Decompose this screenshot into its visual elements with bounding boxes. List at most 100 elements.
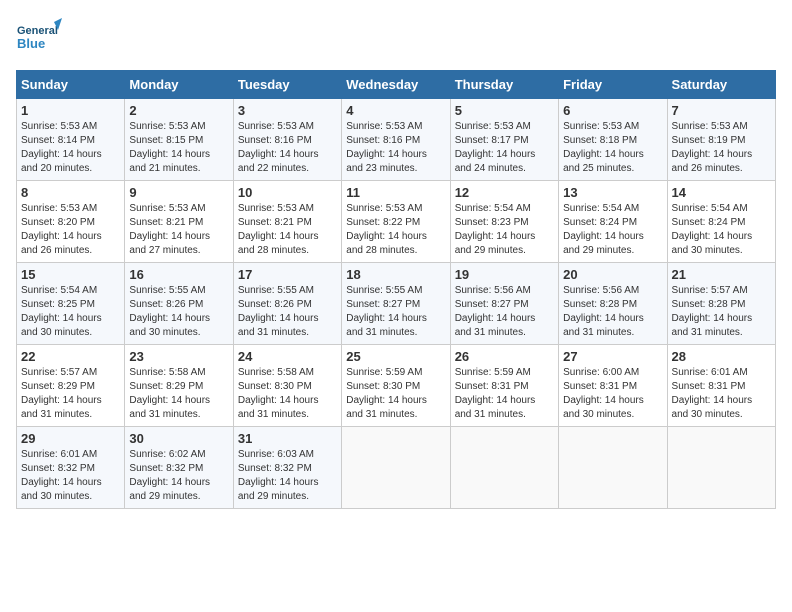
day-info: Sunrise: 5:54 AM Sunset: 8:23 PM Dayligh… xyxy=(455,202,554,258)
calendar-week-row: 8 Sunrise: 5:53 AM Sunset: 8:20 PM Daylig… xyxy=(17,181,776,263)
calendar-cell: 6 Sunrise: 5:53 AM Sunset: 8:18 PM Daylig… xyxy=(559,99,667,181)
day-info: Sunrise: 6:00 AM Sunset: 8:31 PM Dayligh… xyxy=(563,366,662,422)
calendar-cell: 12 Sunrise: 5:54 AM Sunset: 8:23 PM Dayli… xyxy=(450,181,558,263)
calendar-week-row: 22 Sunrise: 5:57 AM Sunset: 8:29 PM Dayli… xyxy=(17,345,776,427)
calendar-cell xyxy=(559,427,667,509)
day-info: Sunrise: 5:55 AM Sunset: 8:26 PM Dayligh… xyxy=(129,284,228,340)
calendar-cell xyxy=(342,427,450,509)
weekday-header: Tuesday xyxy=(233,71,341,99)
day-info: Sunrise: 5:53 AM Sunset: 8:15 PM Dayligh… xyxy=(129,120,228,176)
calendar-cell: 8 Sunrise: 5:53 AM Sunset: 8:20 PM Daylig… xyxy=(17,181,125,263)
day-info: Sunrise: 5:58 AM Sunset: 8:30 PM Dayligh… xyxy=(238,366,337,422)
calendar-cell: 25Sunrise: 5:59 AM Sunset: 8:30 PM Dayli… xyxy=(342,345,450,427)
day-number: 30 xyxy=(129,431,228,446)
day-info: Sunrise: 5:53 AM Sunset: 8:20 PM Dayligh… xyxy=(21,202,120,258)
day-number: 25 xyxy=(346,349,445,364)
calendar-cell: 13 Sunrise: 5:54 AM Sunset: 8:24 PM Dayli… xyxy=(559,181,667,263)
calendar-cell: 11 Sunrise: 5:53 AM Sunset: 8:22 PM Dayli… xyxy=(342,181,450,263)
calendar-cell: 24 Sunrise: 5:58 AM Sunset: 8:30 PM Dayli… xyxy=(233,345,341,427)
day-number: 24 xyxy=(238,349,337,364)
calendar-cell: 14Sunrise: 5:54 AM Sunset: 8:24 PM Dayli… xyxy=(667,181,775,263)
calendar-cell: 4Sunrise: 5:53 AM Sunset: 8:16 PM Daylig… xyxy=(342,99,450,181)
day-info: Sunrise: 5:54 AM Sunset: 8:24 PM Dayligh… xyxy=(563,202,662,258)
day-info: Sunrise: 5:59 AM Sunset: 8:31 PM Dayligh… xyxy=(455,366,554,422)
day-number: 31 xyxy=(238,431,337,446)
day-number: 12 xyxy=(455,185,554,200)
svg-text:Blue: Blue xyxy=(17,36,45,51)
day-info: Sunrise: 5:53 AM Sunset: 8:16 PM Dayligh… xyxy=(346,120,445,176)
day-info: Sunrise: 5:53 AM Sunset: 8:17 PM Dayligh… xyxy=(455,120,554,176)
day-info: Sunrise: 5:53 AM Sunset: 8:22 PM Dayligh… xyxy=(346,202,445,258)
day-number: 10 xyxy=(238,185,337,200)
calendar-cell: 28 Sunrise: 6:01 AM Sunset: 8:31 PM Dayli… xyxy=(667,345,775,427)
calendar-cell: 22 Sunrise: 5:57 AM Sunset: 8:29 PM Dayli… xyxy=(17,345,125,427)
day-info: Sunrise: 5:53 AM Sunset: 8:21 PM Dayligh… xyxy=(129,202,228,258)
calendar-cell: 15 Sunrise: 5:54 AM Sunset: 8:25 PM Dayli… xyxy=(17,263,125,345)
day-number: 13 xyxy=(563,185,662,200)
day-info: Sunrise: 5:56 AM Sunset: 8:27 PM Dayligh… xyxy=(455,284,554,340)
calendar-cell: 27 Sunrise: 6:00 AM Sunset: 8:31 PM Dayli… xyxy=(559,345,667,427)
calendar-cell: 18Sunrise: 5:55 AM Sunset: 8:27 PM Dayli… xyxy=(342,263,450,345)
calendar-cell: 9 Sunrise: 5:53 AM Sunset: 8:21 PM Daylig… xyxy=(125,181,233,263)
weekday-header: Saturday xyxy=(667,71,775,99)
calendar-cell: 5 Sunrise: 5:53 AM Sunset: 8:17 PM Daylig… xyxy=(450,99,558,181)
calendar-cell xyxy=(450,427,558,509)
day-number: 7 xyxy=(672,103,771,118)
calendar-cell xyxy=(667,427,775,509)
calendar-week-row: 15 Sunrise: 5:54 AM Sunset: 8:25 PM Dayli… xyxy=(17,263,776,345)
day-number: 5 xyxy=(455,103,554,118)
calendar-cell: 16 Sunrise: 5:55 AM Sunset: 8:26 PM Dayli… xyxy=(125,263,233,345)
day-info: Sunrise: 5:55 AM Sunset: 8:26 PM Dayligh… xyxy=(238,284,337,340)
calendar-cell: 2 Sunrise: 5:53 AM Sunset: 8:15 PM Daylig… xyxy=(125,99,233,181)
day-number: 29 xyxy=(21,431,120,446)
calendar-cell: 29 Sunrise: 6:01 AM Sunset: 8:32 PM Dayli… xyxy=(17,427,125,509)
calendar-cell: 3 Sunrise: 5:53 AM Sunset: 8:16 PM Daylig… xyxy=(233,99,341,181)
day-number: 20 xyxy=(563,267,662,282)
day-info: Sunrise: 5:53 AM Sunset: 8:16 PM Dayligh… xyxy=(238,120,337,176)
calendar-cell: 17 Sunrise: 5:55 AM Sunset: 8:26 PM Dayli… xyxy=(233,263,341,345)
calendar-cell: 19 Sunrise: 5:56 AM Sunset: 8:27 PM Dayli… xyxy=(450,263,558,345)
day-number: 6 xyxy=(563,103,662,118)
calendar-cell: 1Sunrise: 5:53 AM Sunset: 8:14 PM Daylig… xyxy=(17,99,125,181)
day-info: Sunrise: 5:57 AM Sunset: 8:28 PM Dayligh… xyxy=(672,284,771,340)
day-number: 21 xyxy=(672,267,771,282)
weekday-header: Friday xyxy=(559,71,667,99)
day-number: 11 xyxy=(346,185,445,200)
day-number: 16 xyxy=(129,267,228,282)
day-number: 3 xyxy=(238,103,337,118)
day-info: Sunrise: 5:54 AM Sunset: 8:25 PM Dayligh… xyxy=(21,284,120,340)
day-number: 15 xyxy=(21,267,120,282)
day-number: 23 xyxy=(129,349,228,364)
weekday-header: Thursday xyxy=(450,71,558,99)
weekday-header-row: SundayMondayTuesdayWednesdayThursdayFrid… xyxy=(17,71,776,99)
day-number: 14 xyxy=(672,185,771,200)
day-number: 28 xyxy=(672,349,771,364)
logo-svg: General Blue xyxy=(16,16,66,60)
day-number: 19 xyxy=(455,267,554,282)
calendar-table: SundayMondayTuesdayWednesdayThursdayFrid… xyxy=(16,70,776,509)
day-number: 9 xyxy=(129,185,228,200)
day-info: Sunrise: 5:57 AM Sunset: 8:29 PM Dayligh… xyxy=(21,366,120,422)
day-number: 1 xyxy=(21,103,120,118)
calendar-cell: 20 Sunrise: 5:56 AM Sunset: 8:28 PM Dayli… xyxy=(559,263,667,345)
day-info: Sunrise: 5:53 AM Sunset: 8:19 PM Dayligh… xyxy=(672,120,771,176)
day-number: 22 xyxy=(21,349,120,364)
day-number: 17 xyxy=(238,267,337,282)
logo: General Blue xyxy=(16,16,66,60)
day-info: Sunrise: 5:53 AM Sunset: 8:18 PM Dayligh… xyxy=(563,120,662,176)
weekday-header: Monday xyxy=(125,71,233,99)
day-number: 18 xyxy=(346,267,445,282)
day-number: 2 xyxy=(129,103,228,118)
calendar-cell: 31Sunrise: 6:03 AM Sunset: 8:32 PM Dayli… xyxy=(233,427,341,509)
day-info: Sunrise: 6:01 AM Sunset: 8:32 PM Dayligh… xyxy=(21,448,120,504)
page-header: General Blue xyxy=(16,16,776,60)
day-info: Sunrise: 6:01 AM Sunset: 8:31 PM Dayligh… xyxy=(672,366,771,422)
day-info: Sunrise: 5:58 AM Sunset: 8:29 PM Dayligh… xyxy=(129,366,228,422)
day-number: 27 xyxy=(563,349,662,364)
day-info: Sunrise: 5:56 AM Sunset: 8:28 PM Dayligh… xyxy=(563,284,662,340)
day-number: 8 xyxy=(21,185,120,200)
calendar-cell: 10Sunrise: 5:53 AM Sunset: 8:21 PM Dayli… xyxy=(233,181,341,263)
weekday-header: Sunday xyxy=(17,71,125,99)
calendar-cell: 23 Sunrise: 5:58 AM Sunset: 8:29 PM Dayli… xyxy=(125,345,233,427)
day-number: 26 xyxy=(455,349,554,364)
